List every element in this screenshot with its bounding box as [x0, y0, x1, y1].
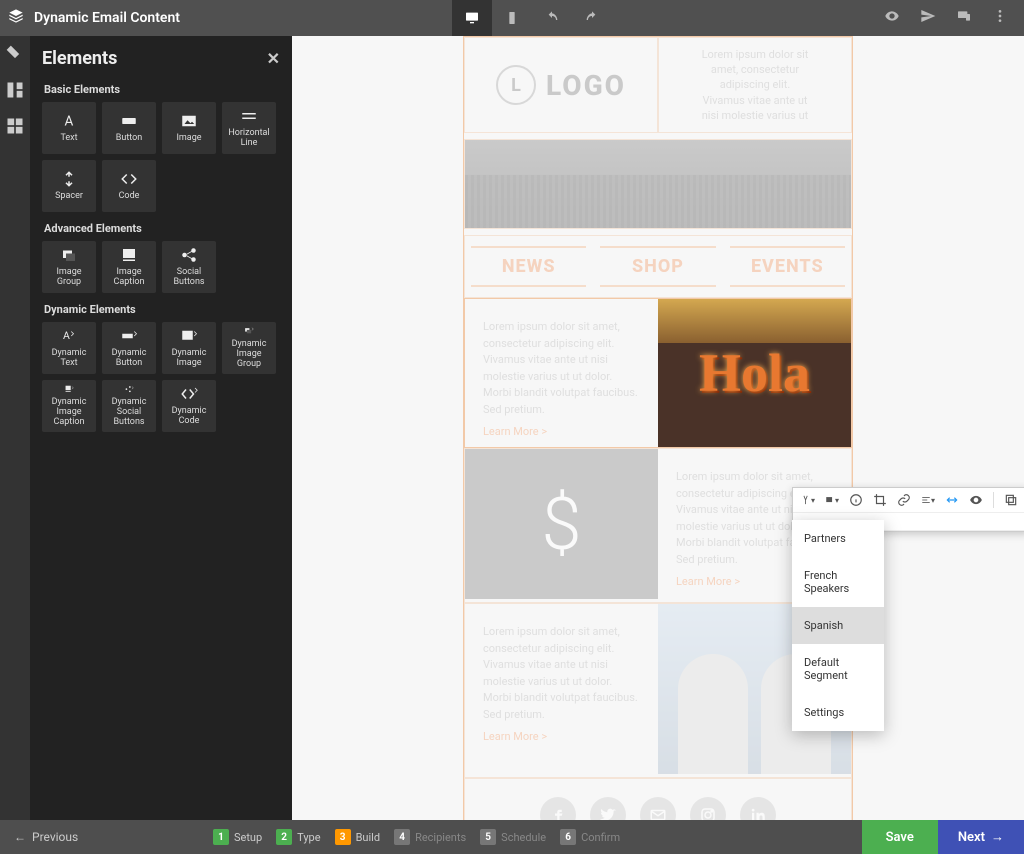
dollar-image[interactable]: $ — [465, 449, 658, 599]
step-recipients[interactable]: 4Recipients — [394, 829, 466, 845]
nav-news[interactable]: NEWS — [471, 246, 586, 287]
canvas-area[interactable]: L LOGO Lorem ipsum dolor sit amet, conse… — [292, 36, 1024, 820]
left-rail — [0, 36, 30, 820]
linkedin-icon[interactable] — [740, 797, 776, 820]
svg-text:A: A — [65, 114, 74, 130]
learn-more-link-3[interactable]: Learn More > — [483, 729, 640, 746]
save-button[interactable]: Save — [862, 820, 938, 854]
copy-icon[interactable] — [1004, 493, 1018, 507]
step-schedule[interactable]: 5Schedule — [480, 829, 546, 845]
step-confirm[interactable]: 6Confirm — [560, 829, 620, 845]
facebook-icon[interactable] — [540, 797, 576, 820]
tile-hr[interactable]: Horizontal Line — [222, 102, 276, 154]
elements-panel: Elements ✕ Basic Elements AText Button I… — [30, 36, 292, 820]
tile-dyn-image-caption[interactable]: Dynamic Image Caption — [42, 380, 96, 432]
segment-dropdown-trigger[interactable]: ▾ — [801, 493, 815, 507]
tile-dyn-image-group[interactable]: Dynamic Image Group — [222, 322, 276, 374]
twitter-icon[interactable] — [590, 797, 626, 820]
tile-dyn-code[interactable]: Dynamic Code — [162, 380, 216, 432]
hero-image[interactable] — [464, 139, 852, 229]
tile-code[interactable]: Code — [102, 160, 156, 212]
visibility-icon[interactable] — [969, 493, 983, 507]
email-icon[interactable] — [640, 797, 676, 820]
tile-dyn-button[interactable]: Dynamic Button — [102, 322, 156, 374]
dropdown-french[interactable]: French Speakers — [792, 557, 884, 607]
tile-social[interactable]: Social Buttons — [162, 241, 216, 293]
tile-image-group[interactable]: Image Group — [42, 241, 96, 293]
wizard-steps: 1Setup 2Type 3Build 4Recipients 5Schedul… — [213, 829, 620, 845]
rail-elements-icon[interactable] — [5, 116, 25, 136]
rail-design-icon[interactable] — [5, 44, 25, 64]
crop-icon[interactable] — [873, 493, 887, 507]
dropdown-settings[interactable]: Settings — [792, 694, 884, 731]
spacing-icon[interactable] — [945, 493, 959, 507]
learn-more-link[interactable]: Learn More > — [483, 424, 640, 441]
arrow-left-icon: ← — [14, 830, 26, 844]
nav-row: NEWS SHOP EVENTS — [464, 235, 852, 298]
more-icon[interactable] — [992, 8, 1008, 28]
redo-button[interactable] — [572, 0, 612, 36]
nav-shop[interactable]: SHOP — [600, 246, 715, 287]
logo-icon: L — [496, 65, 536, 105]
step-type[interactable]: 2Type — [276, 829, 320, 845]
preview-icon[interactable] — [884, 8, 900, 28]
svg-text:A: A — [63, 329, 70, 342]
basic-section-title: Basic Elements — [44, 83, 280, 96]
tile-image-caption[interactable]: Image Caption — [102, 241, 156, 293]
tile-text[interactable]: AText — [42, 102, 96, 154]
tile-dyn-social[interactable]: Dynamic Social Buttons — [102, 380, 156, 432]
advanced-section-title: Advanced Elements — [44, 222, 280, 235]
tile-image[interactable]: Image — [162, 102, 216, 154]
tile-spacer[interactable]: Spacer — [42, 160, 96, 212]
rail-layout-icon[interactable] — [5, 80, 25, 100]
segment-dropdown: Partners French Speakers Spanish Default… — [792, 520, 884, 731]
step-setup[interactable]: 1Setup — [213, 829, 262, 845]
nav-events[interactable]: EVENTS — [730, 246, 845, 287]
align-icon[interactable]: ▾ — [921, 493, 935, 507]
close-icon[interactable]: ✕ — [267, 49, 280, 68]
tile-dyn-text[interactable]: ADynamic Text — [42, 322, 96, 374]
dropdown-partners[interactable]: Partners — [792, 520, 884, 557]
arrow-right-icon: → — [991, 829, 1004, 845]
hola-text: Hola — [699, 342, 810, 404]
dynamic-section-title: Dynamic Elements — [44, 303, 280, 316]
logo-cell[interactable]: L LOGO — [464, 37, 658, 133]
undo-button[interactable] — [532, 0, 572, 36]
social-row — [464, 778, 852, 820]
desktop-tab[interactable] — [452, 0, 492, 36]
mobile-tab[interactable] — [492, 0, 532, 36]
info-icon[interactable] — [849, 493, 863, 507]
block3-text[interactable]: Lorem ipsum dolor sit amet, consectetur … — [465, 604, 658, 777]
dropdown-spanish[interactable]: Spanish — [792, 607, 884, 644]
block1-text[interactable]: Lorem ipsum dolor sit amet, consectetur … — [465, 299, 658, 447]
top-toolbar: Dynamic Email Content — [0, 0, 1024, 36]
panel-title: Elements — [42, 48, 117, 69]
logo-text: LOGO — [546, 69, 626, 102]
step-build[interactable]: 3Build — [335, 829, 380, 845]
bottom-bar: ← Previous 1Setup 2Type 3Build 4Recipien… — [0, 820, 1024, 854]
tile-dyn-image[interactable]: Dynamic Image — [162, 322, 216, 374]
header-text-cell[interactable]: Lorem ipsum dolor sit amet, consectetur … — [658, 37, 852, 133]
dropdown-default[interactable]: Default Segment — [792, 644, 884, 694]
devices-icon[interactable] — [956, 8, 972, 28]
image-source-icon[interactable]: ▾ — [825, 493, 839, 507]
send-icon[interactable] — [920, 8, 936, 28]
dynamic-image-selected[interactable]: Hola — [658, 299, 851, 447]
previous-button[interactable]: ← Previous — [0, 830, 92, 844]
link-icon[interactable] — [897, 493, 911, 507]
layers-icon[interactable] — [8, 8, 24, 28]
page-title: Dynamic Email Content — [34, 10, 180, 26]
next-button[interactable]: Next→ — [938, 820, 1024, 854]
tile-button[interactable]: Button — [102, 102, 156, 154]
instagram-icon[interactable] — [690, 797, 726, 820]
